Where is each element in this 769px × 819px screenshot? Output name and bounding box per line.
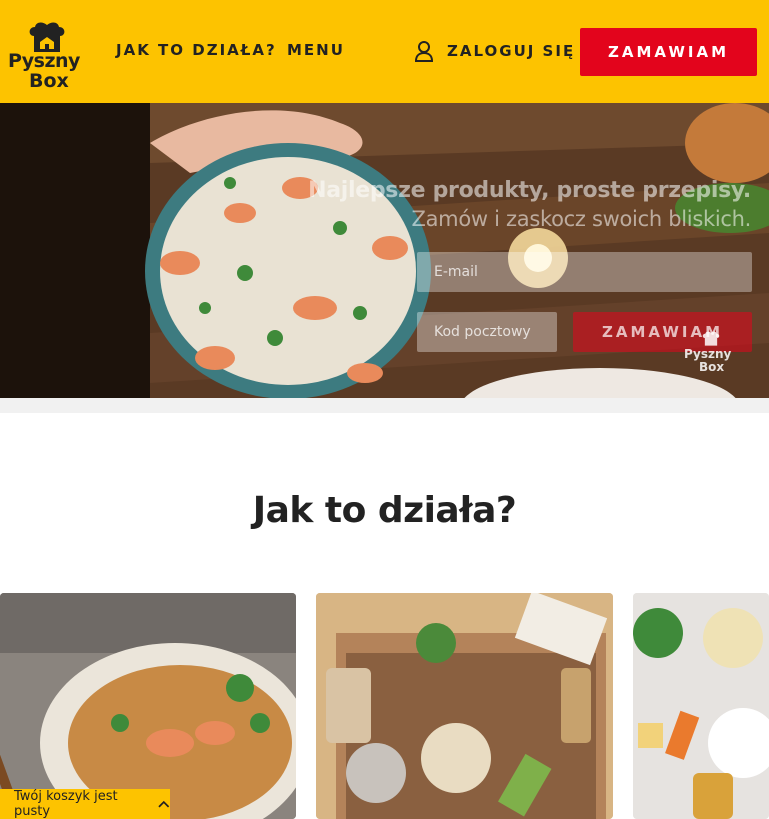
cart-status-label: Twój koszyk jest pusty bbox=[14, 789, 118, 819]
chevron-up-icon bbox=[158, 800, 170, 808]
login-link[interactable]: ZALOGUJ SIĘ bbox=[414, 39, 575, 63]
cart-toggle[interactable]: Twój koszyk jest pusty bbox=[0, 789, 170, 819]
hero-banner: Najlepsze produkty, proste przepisy. Zam… bbox=[0, 103, 769, 398]
how-it-works-title: Jak to działa? bbox=[252, 490, 517, 531]
section-divider bbox=[0, 398, 769, 413]
hero-logo-line1: Pyszny bbox=[684, 347, 732, 361]
logo-text-line2: Box bbox=[29, 70, 69, 92]
logo-text-line1: Pyszny bbox=[8, 50, 80, 72]
step-card-3 bbox=[633, 593, 769, 819]
zip-code-input[interactable] bbox=[417, 312, 557, 352]
order-button[interactable]: ZAMAWIAM bbox=[580, 28, 757, 76]
meal-box-photo bbox=[316, 593, 613, 819]
hero-logo-line2: Box bbox=[699, 360, 725, 374]
hero-subtitle: Zamów i zaskocz swoich bliskich. bbox=[411, 207, 752, 231]
step-card-1 bbox=[0, 593, 296, 819]
nav-how-it-works[interactable]: JAK TO DZIAŁA? bbox=[116, 41, 277, 59]
hero-watermark-logo: Pyszny Box bbox=[684, 331, 740, 377]
noodle-soup-photo bbox=[0, 593, 296, 819]
chef-hat-icon bbox=[702, 331, 720, 346]
nav-menu[interactable]: MENU bbox=[287, 41, 345, 59]
email-input[interactable] bbox=[417, 252, 752, 292]
user-icon bbox=[414, 41, 434, 62]
login-label: ZALOGUJ SIĘ bbox=[447, 42, 576, 60]
hero-title: Najlepsze produkty, proste przepisy. bbox=[308, 178, 751, 203]
site-header: Pyszny Box JAK TO DZIAŁA? MENU ZALOGUJ S… bbox=[0, 0, 769, 103]
step-card-2 bbox=[316, 593, 613, 819]
ingredients-photo bbox=[633, 593, 769, 819]
pyszny-box-logo[interactable]: Pyszny Box bbox=[6, 22, 88, 92]
hero-food-photo bbox=[0, 103, 769, 398]
